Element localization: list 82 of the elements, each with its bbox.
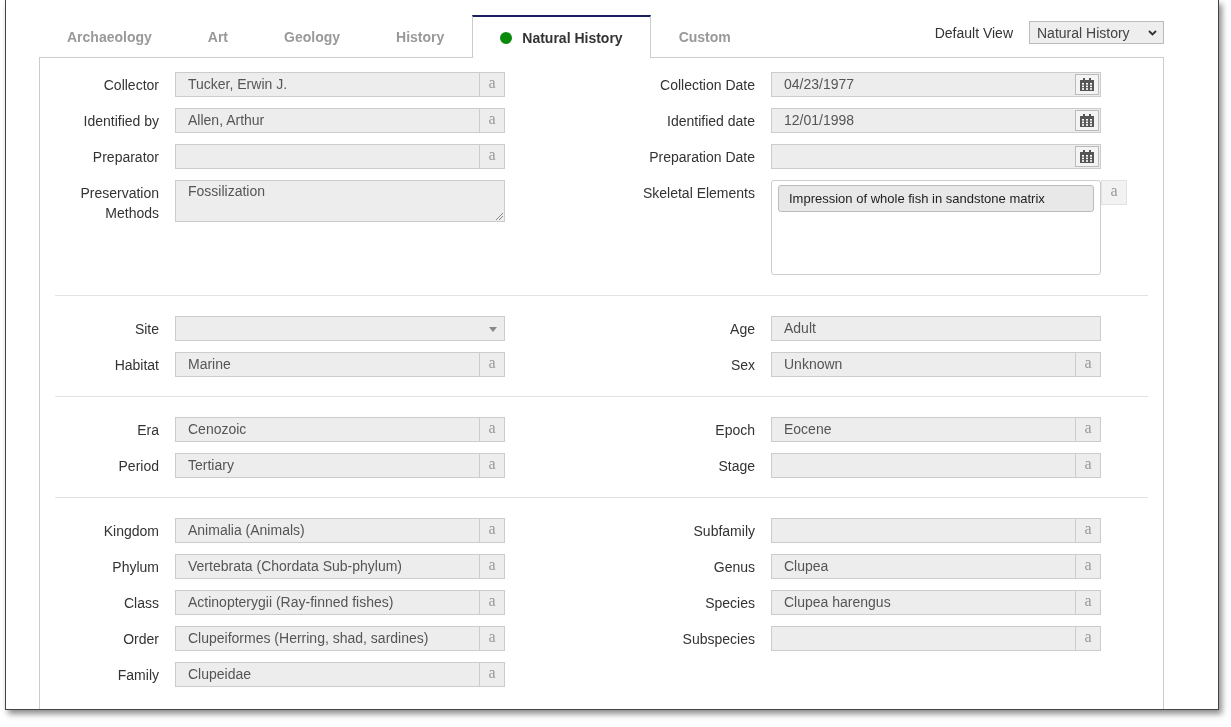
addon-button[interactable]: a bbox=[1075, 353, 1100, 376]
field-label: Phylum bbox=[111, 558, 159, 577]
field-label: Habitat bbox=[113, 356, 159, 375]
field-label: Preparation Date bbox=[648, 148, 755, 167]
addon-button[interactable]: a bbox=[479, 663, 504, 686]
field-label: Sex bbox=[729, 356, 755, 375]
field-label: Subfamily bbox=[692, 522, 755, 541]
text-field[interactable]: Clupea harengus a bbox=[771, 590, 1101, 615]
field-label: Preparator bbox=[91, 148, 159, 167]
addon-button[interactable]: a bbox=[1075, 454, 1100, 477]
chevron-icon bbox=[1148, 29, 1157, 36]
date-field[interactable]: 12/01/1998 bbox=[771, 108, 1101, 133]
text-field[interactable]: Animalia (Animals) a bbox=[175, 518, 505, 543]
field-label: Stage bbox=[717, 457, 755, 476]
text-field[interactable]: Clupeidae a bbox=[175, 662, 505, 687]
resize-grip-icon[interactable] bbox=[496, 213, 503, 220]
text-field[interactable]: a bbox=[175, 144, 505, 169]
select-field[interactable] bbox=[175, 316, 505, 341]
text-field[interactable]: Marine a bbox=[175, 352, 505, 377]
addon-button[interactable]: a bbox=[1075, 591, 1100, 614]
addon-button[interactable]: a bbox=[1075, 627, 1100, 650]
addon-button[interactable]: a bbox=[479, 627, 504, 650]
addon-button[interactable]: a bbox=[1075, 519, 1100, 542]
addon-button[interactable]: a bbox=[1075, 418, 1100, 441]
tab[interactable]: Natural History bbox=[472, 15, 651, 58]
text-field[interactable]: Clupeiformes (Herring, shad, sardines) a bbox=[175, 626, 505, 651]
addon-button[interactable]: a bbox=[1075, 555, 1100, 578]
field-label: Family bbox=[116, 666, 159, 685]
addon-button[interactable]: a bbox=[479, 353, 504, 376]
field-label: Collector bbox=[102, 76, 159, 95]
addon-button[interactable]: a bbox=[1101, 180, 1127, 205]
text-field[interactable]: Allen, Arthur a bbox=[175, 108, 505, 133]
default-view-label: Default View bbox=[934, 24, 1013, 41]
date-field[interactable]: 04/23/1977 bbox=[771, 72, 1101, 97]
addon-button[interactable]: a bbox=[479, 109, 504, 132]
text-field[interactable]: Tucker, Erwin J. a bbox=[175, 72, 505, 97]
field-label: Class bbox=[123, 594, 159, 613]
field-label: Site bbox=[133, 320, 159, 339]
field-label: Identified date bbox=[666, 112, 755, 131]
field-label: Order bbox=[122, 630, 159, 649]
text-field[interactable]: a bbox=[771, 626, 1101, 651]
text-field[interactable]: Unknown a bbox=[771, 352, 1101, 377]
text-field[interactable]: Cenozoic a bbox=[175, 417, 505, 442]
date-field[interactable] bbox=[771, 144, 1101, 169]
text-field[interactable]: Eocene a bbox=[771, 417, 1101, 442]
addon-button[interactable]: a bbox=[479, 73, 504, 96]
addon-button[interactable]: a bbox=[479, 418, 504, 441]
text-field[interactable]: a bbox=[771, 453, 1101, 478]
caret-icon bbox=[489, 327, 497, 332]
text-field[interactable]: Adult bbox=[771, 316, 1101, 341]
field-label: Period bbox=[117, 457, 159, 476]
addon-button[interactable]: a bbox=[479, 519, 504, 542]
field-label: Species bbox=[704, 594, 755, 613]
calendar-button[interactable] bbox=[1075, 110, 1099, 131]
calendar-icon bbox=[1080, 150, 1094, 163]
text-area[interactable]: Fossilization bbox=[175, 180, 505, 222]
field-label: Identified by bbox=[82, 112, 159, 131]
field-label: Epoch bbox=[714, 421, 755, 440]
addon-button[interactable]: a bbox=[479, 145, 504, 168]
field-label: Preservation Methods bbox=[79, 184, 159, 223]
field-label: Age bbox=[729, 320, 755, 339]
calendar-icon bbox=[1080, 78, 1094, 91]
addon-button[interactable]: a bbox=[479, 591, 504, 614]
addon-button[interactable]: a bbox=[479, 555, 504, 578]
calendar-button[interactable] bbox=[1075, 74, 1099, 95]
text-field[interactable]: Tertiary a bbox=[175, 453, 505, 478]
text-field[interactable]: Vertebrata (Chordata Sub-phylum) a bbox=[175, 554, 505, 579]
field-label: Era bbox=[136, 421, 159, 440]
text-field[interactable]: a bbox=[771, 518, 1101, 543]
text-field[interactable]: Actinopterygii (Ray-finned fishes) a bbox=[175, 590, 505, 615]
calendar-button[interactable] bbox=[1075, 146, 1099, 167]
text-field[interactable]: Clupea a bbox=[771, 554, 1101, 579]
tag-chip[interactable]: Impression of whole fish in sandstone matrix bbox=[778, 185, 1094, 212]
calendar-icon bbox=[1080, 114, 1094, 127]
field-label: Skeletal Elements bbox=[641, 184, 755, 203]
field-label: Genus bbox=[712, 558, 755, 577]
default-view-select[interactable]: Natural History bbox=[1029, 21, 1164, 44]
field-label: Kingdom bbox=[102, 522, 159, 541]
addon-button[interactable]: a bbox=[479, 454, 504, 477]
tag-input[interactable]: Impression of whole fish in sandstone matrix bbox=[771, 180, 1101, 275]
field-label: Collection Date bbox=[659, 76, 755, 95]
field-label: Subspecies bbox=[681, 630, 755, 649]
